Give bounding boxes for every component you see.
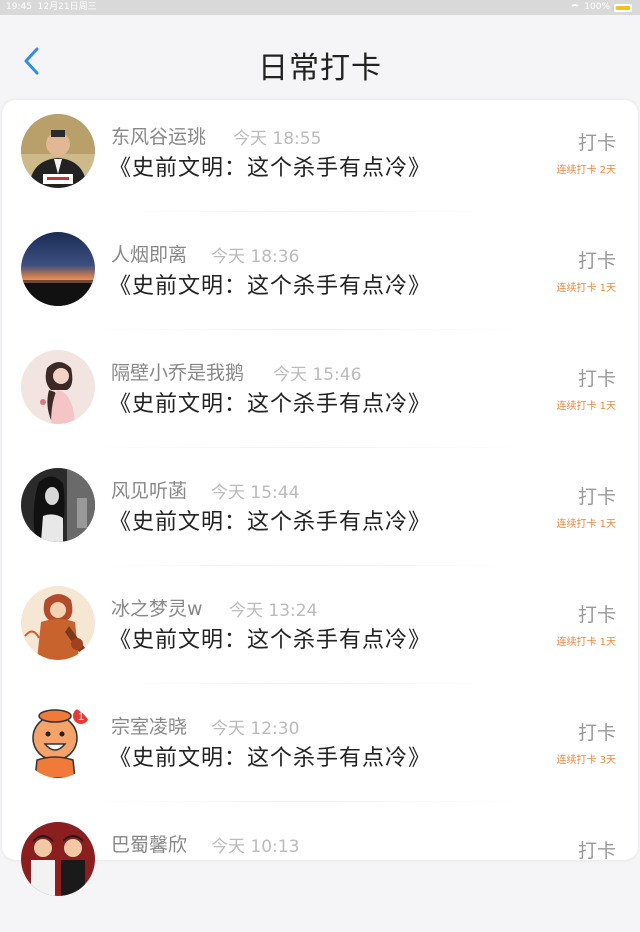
checkin-time: 今天 18:55: [233, 129, 322, 149]
book-title: 《史前文明：这个杀手有点冷》: [109, 746, 432, 771]
avatar[interactable]: [21, 232, 95, 306]
avatar[interactable]: [21, 586, 95, 660]
list-item[interactable]: 巴蜀馨欣 今天 10:13 打卡: [2, 814, 638, 932]
list-item[interactable]: 隔壁小乔是我鹅 今天 15:46 《史前文明：这个杀手有点冷》 打卡 连续打卡 …: [2, 342, 638, 460]
list-item[interactable]: 冰之梦灵w 今天 13:24 《史前文明：这个杀手有点冷》 打卡 连续打卡 1天: [2, 578, 638, 696]
divider: [92, 447, 522, 448]
svg-text:1: 1: [78, 711, 84, 723]
divider: [92, 683, 522, 684]
battery-icon: [614, 3, 632, 12]
status-time-date: 19:45 12月21日周三: [6, 0, 97, 15]
avatar[interactable]: [21, 468, 95, 542]
book-title: 《史前文明：这个杀手有点冷》: [109, 392, 432, 417]
checkin-button[interactable]: 打卡: [578, 128, 616, 155]
streak-label: 连续打卡 1天: [556, 283, 616, 294]
checkin-time: 今天 15:44: [211, 483, 300, 503]
battery-percent: 100%: [584, 2, 610, 12]
checkin-time: 今天 10:13: [211, 837, 300, 857]
list-item[interactable]: 1 宗室凌晓 今天 12:30 《史前文明：这个杀手有点冷》 打卡 连续打卡 3…: [2, 696, 638, 814]
streak-label: 连续打卡 3天: [556, 755, 616, 766]
user-name: 风见听菡: [111, 480, 188, 502]
battery-level: [616, 5, 630, 10]
status-bar: 19:45 12月21日周三 100%: [0, 0, 640, 15]
streak-label: 连续打卡 1天: [556, 519, 616, 530]
checkin-button[interactable]: 打卡: [578, 600, 616, 627]
nav-bar: 日常打卡: [0, 15, 640, 100]
checkin-list: 东风谷运珧 今天 18:55 《史前文明：这个杀手有点冷》 打卡 连续打卡 2天: [2, 100, 638, 896]
avatar[interactable]: 1: [21, 704, 95, 778]
checkin-button[interactable]: 打卡: [578, 836, 616, 863]
book-title: 《史前文明：这个杀手有点冷》: [109, 156, 432, 181]
list-item[interactable]: 风见听菡 今天 15:44 《史前文明：这个杀手有点冷》 打卡 连续打卡 1天: [2, 460, 638, 578]
user-name: 人烟即离: [111, 244, 188, 266]
divider: [92, 329, 522, 330]
streak-label: 连续打卡 1天: [556, 401, 616, 412]
streak-label: 连续打卡 2天: [556, 165, 616, 176]
user-name: 东风谷运珧: [111, 126, 207, 148]
avatar[interactable]: [21, 114, 95, 188]
book-title: 《史前文明：这个杀手有点冷》: [109, 510, 432, 535]
status-date: 12月21日周三: [37, 2, 97, 12]
avatar[interactable]: [21, 822, 95, 896]
streak-label: 连续打卡 1天: [556, 637, 616, 648]
wifi-icon: [570, 4, 581, 11]
checkin-button[interactable]: 打卡: [578, 364, 616, 391]
user-name: 冰之梦灵w: [111, 598, 203, 620]
list-item[interactable]: 人烟即离 今天 18:36 《史前文明：这个杀手有点冷》 打卡 连续打卡 1天: [2, 224, 638, 342]
divider: [92, 565, 522, 566]
checkin-time: 今天 12:30: [211, 719, 300, 739]
checkin-time: 今天 15:46: [273, 365, 362, 385]
divider: [92, 211, 522, 212]
avatar[interactable]: [21, 350, 95, 424]
divider: [92, 801, 522, 802]
user-name: 宗室凌晓: [111, 716, 188, 738]
book-title: 《史前文明：这个杀手有点冷》: [109, 274, 432, 299]
book-title: 《史前文明：这个杀手有点冷》: [109, 628, 432, 653]
checkin-time: 今天 13:24: [229, 601, 318, 621]
checkin-button[interactable]: 打卡: [578, 482, 616, 509]
checkin-button[interactable]: 打卡: [578, 718, 616, 745]
page-title: 日常打卡: [258, 51, 382, 86]
checkin-time: 今天 18:36: [211, 247, 300, 267]
checkin-button[interactable]: 打卡: [578, 246, 616, 273]
status-right: 100%: [570, 0, 632, 15]
list-item[interactable]: 东风谷运珧 今天 18:55 《史前文明：这个杀手有点冷》 打卡 连续打卡 2天: [2, 106, 638, 224]
user-name: 隔壁小乔是我鹅: [111, 362, 245, 384]
status-time: 19:45: [6, 2, 32, 12]
